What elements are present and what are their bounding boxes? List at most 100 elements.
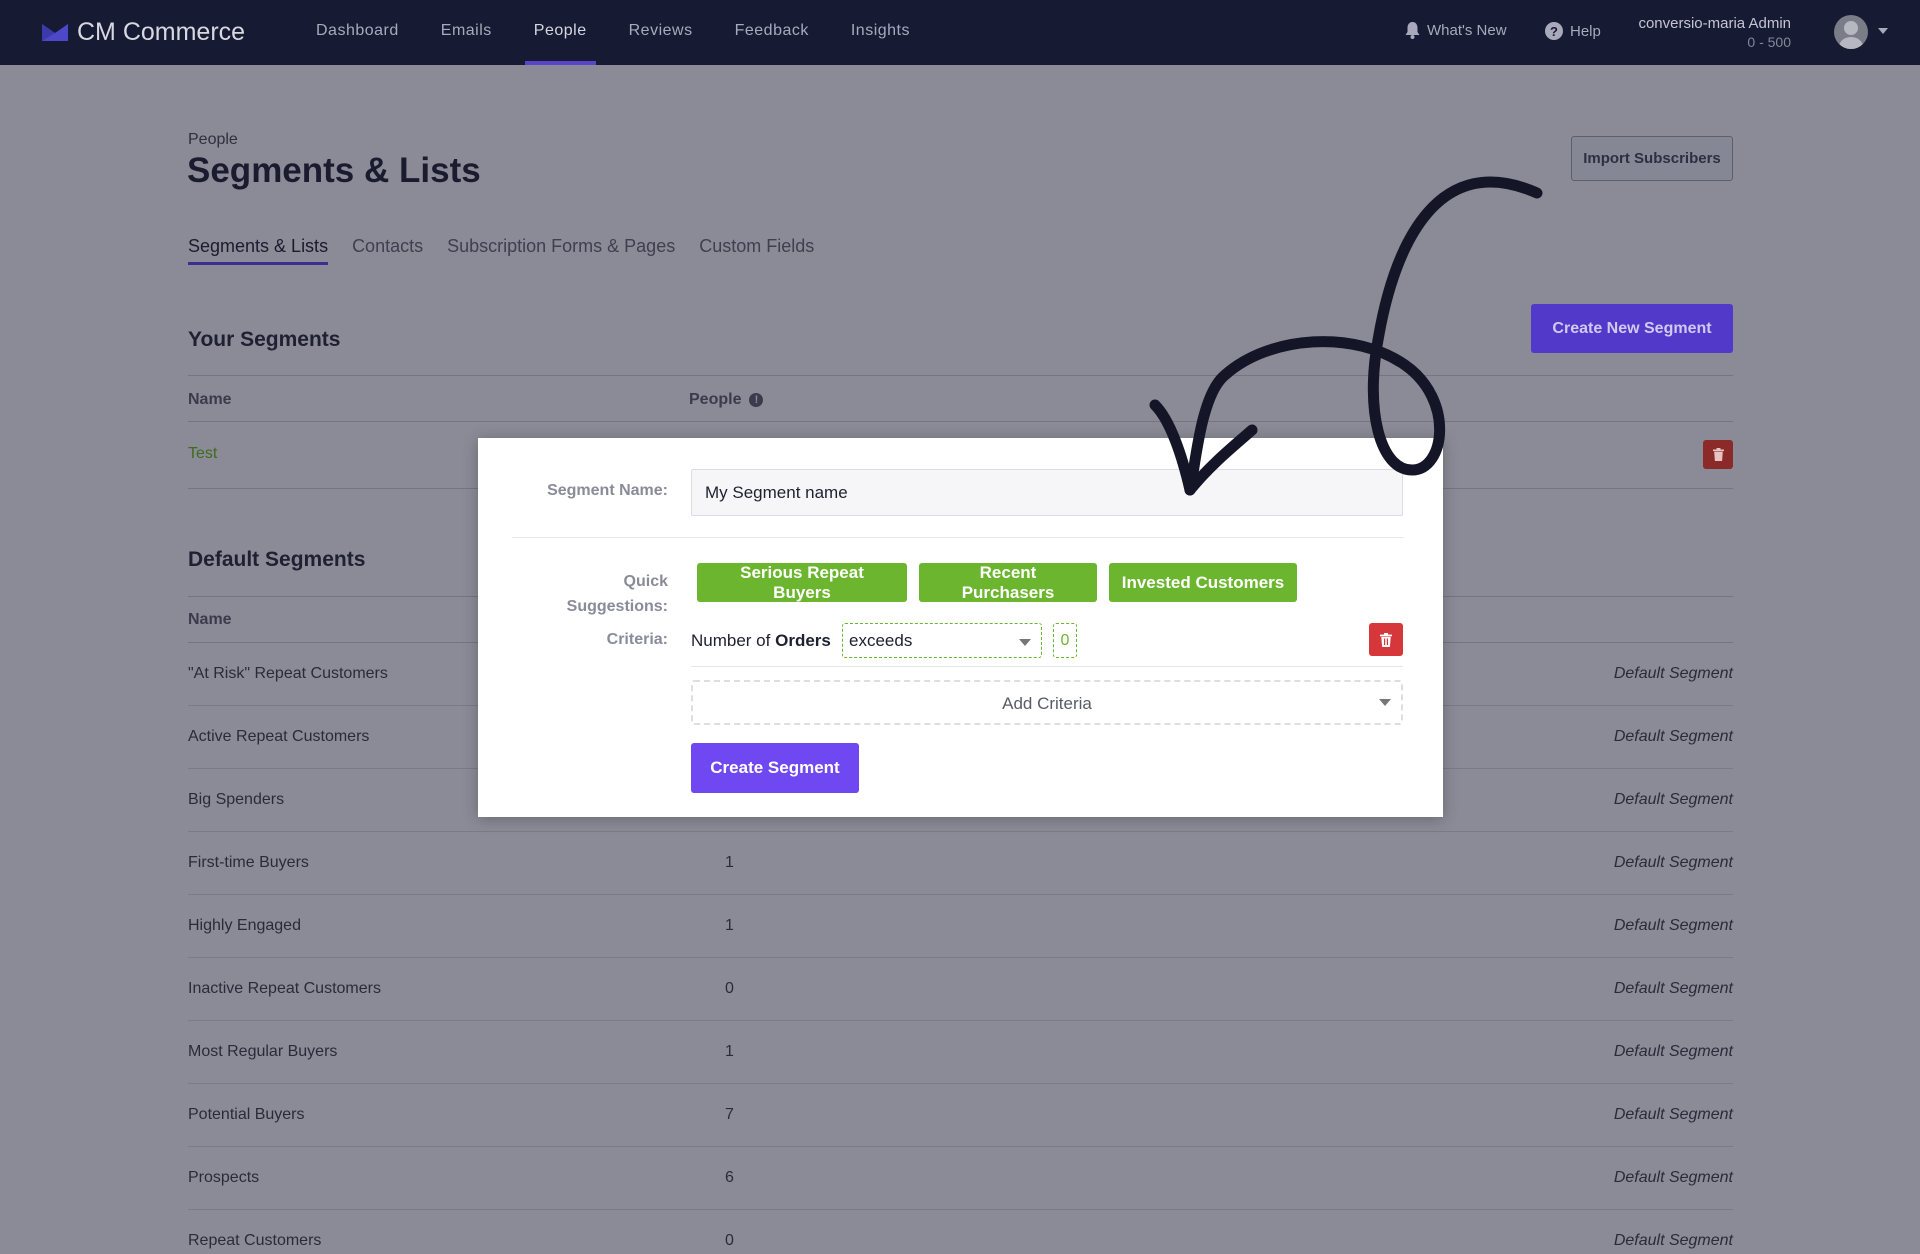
divider [691,666,1403,667]
add-criteria-dropdown[interactable]: Add Criteria [691,680,1403,725]
segment-name-label: Segment Name: [547,482,668,499]
nav-dashboard[interactable]: Dashboard [295,0,420,65]
column-header-name: Name [188,611,232,628]
suggestion-recent-purchasers[interactable]: Recent Purchasers [919,563,1097,602]
nav-people[interactable]: People [513,0,608,65]
criteria-value-input[interactable]: 0 [1053,623,1077,658]
segment-count: 1 [725,1043,734,1060]
delete-criteria-button[interactable] [1369,623,1403,656]
segment-count: 0 [725,980,734,997]
table-row[interactable]: Most Regular Buyers 1 Default Segment [188,1021,1733,1084]
table-row[interactable]: First-time Buyers 1 Default Segment [188,832,1733,895]
info-icon[interactable]: ! [749,393,764,407]
your-segments-title: Your Segments [188,328,341,351]
segment-type: Default Segment [1613,1043,1733,1060]
table-row[interactable]: Repeat Customers 0 Default Segment [188,1210,1733,1254]
criteria-prefix: Number of [691,631,771,650]
help-link[interactable]: ? Help [1545,22,1601,40]
suggestion-invested-customers[interactable]: Invested Customers [1109,563,1297,602]
segment-name: Big Spenders [188,791,285,808]
svg-text:?: ? [1550,24,1558,39]
segment-link-test[interactable]: Test [188,445,217,463]
main-nav: Dashboard Emails People Reviews Feedback… [295,0,931,65]
table-row[interactable]: Highly Engaged 1 Default Segment [188,895,1733,958]
segment-name: Inactive Repeat Customers [188,980,381,997]
import-subscribers-button[interactable]: Import Subscribers [1571,136,1733,181]
account-name: conversio-maria Admin [1638,15,1791,32]
criteria-field: Orders [775,631,831,650]
segment-type: Default Segment [1613,791,1733,808]
nav-emails[interactable]: Emails [420,0,513,65]
segment-name-input[interactable] [691,469,1403,516]
segment-name: Prospects [188,1169,260,1186]
add-criteria-label: Add Criteria [1002,694,1092,713]
quick-suggestions-label: Quick [623,573,668,590]
segment-type: Default Segment [1613,1169,1733,1186]
chevron-down-icon [1379,699,1391,706]
nav-insights[interactable]: Insights [830,0,931,65]
chevron-down-icon[interactable] [1878,28,1888,34]
divider [188,375,1733,376]
create-segment-modal: Segment Name: Quick Suggestions: Serious… [478,438,1443,817]
create-new-segment-button[interactable]: Create New Segment [1531,304,1733,353]
bell-icon [1405,22,1420,39]
segment-name: "At Risk" Repeat Customers [188,665,388,682]
table-row[interactable]: Potential Buyers 7 Default Segment [188,1084,1733,1147]
segment-count: 0 [725,1232,734,1249]
segment-name: Repeat Customers [188,1232,322,1249]
app-name: CM Commerce [77,18,246,46]
criteria-description: Number of Orders [691,631,831,651]
segment-count: 6 [725,1169,734,1186]
segment-type: Default Segment [1613,980,1733,997]
page-title: Segments & Lists [187,151,481,190]
segment-type: Default Segment [1613,665,1733,682]
tab-contacts[interactable]: Contacts [352,236,423,265]
trash-icon [1712,448,1724,461]
column-header-people: People! [689,391,764,409]
whats-new-link[interactable]: What's New [1405,22,1507,39]
nav-reviews[interactable]: Reviews [608,0,714,65]
segment-count: 1 [725,854,734,871]
divider [188,421,1733,422]
table-row[interactable]: Inactive Repeat Customers 0 Default Segm… [188,958,1733,1021]
app-logo[interactable]: CM Commerce [42,18,245,47]
tab-segments-lists[interactable]: Segments & Lists [188,236,329,265]
create-segment-button[interactable]: Create Segment [691,743,859,793]
segment-name: Highly Engaged [188,917,301,934]
whats-new-label: What's New [1427,22,1507,39]
chevron-down-icon [1019,639,1031,646]
breadcrumb[interactable]: People [188,131,238,149]
column-header-name: Name [188,391,232,408]
segment-count: 1 [725,917,734,934]
criteria-operator-value: exceeds [849,631,913,650]
table-row[interactable]: Prospects 6 Default Segment [188,1147,1733,1210]
tab-custom-fields[interactable]: Custom Fields [699,236,814,265]
suggestion-serious-repeat-buyers[interactable]: Serious Repeat Buyers [697,563,907,602]
segment-type: Default Segment [1613,1232,1733,1249]
nav-feedback[interactable]: Feedback [714,0,830,65]
help-icon: ? [1545,22,1563,40]
avatar-icon[interactable] [1834,15,1868,49]
segment-type: Default Segment [1613,854,1733,871]
account-info[interactable]: conversio-maria Admin 0 - 500 [1638,15,1791,50]
help-label: Help [1570,22,1601,40]
segment-name: First-time Buyers [188,854,309,871]
segment-name: Active Repeat Customers [188,728,370,745]
account-range: 0 - 500 [1747,34,1791,50]
default-segments-title: Default Segments [188,548,366,571]
tab-subscription-forms[interactable]: Subscription Forms & Pages [447,236,675,265]
trash-icon [1380,632,1392,647]
quick-suggestions-label-2: Suggestions: [566,598,668,615]
criteria-label: Criteria: [606,631,668,648]
divider [512,537,1403,538]
segment-type: Default Segment [1613,1106,1733,1123]
delete-segment-button[interactable] [1703,440,1733,469]
segment-name: Potential Buyers [188,1106,305,1123]
top-navigation: CM Commerce Dashboard Emails People Revi… [0,0,1920,65]
segment-count: 7 [725,1106,734,1123]
segment-type: Default Segment [1613,917,1733,934]
criteria-operator-select[interactable]: exceeds [842,623,1042,658]
column-header-people-label: People [689,391,742,408]
segment-name: Most Regular Buyers [188,1043,338,1060]
segment-type: Default Segment [1613,728,1733,745]
